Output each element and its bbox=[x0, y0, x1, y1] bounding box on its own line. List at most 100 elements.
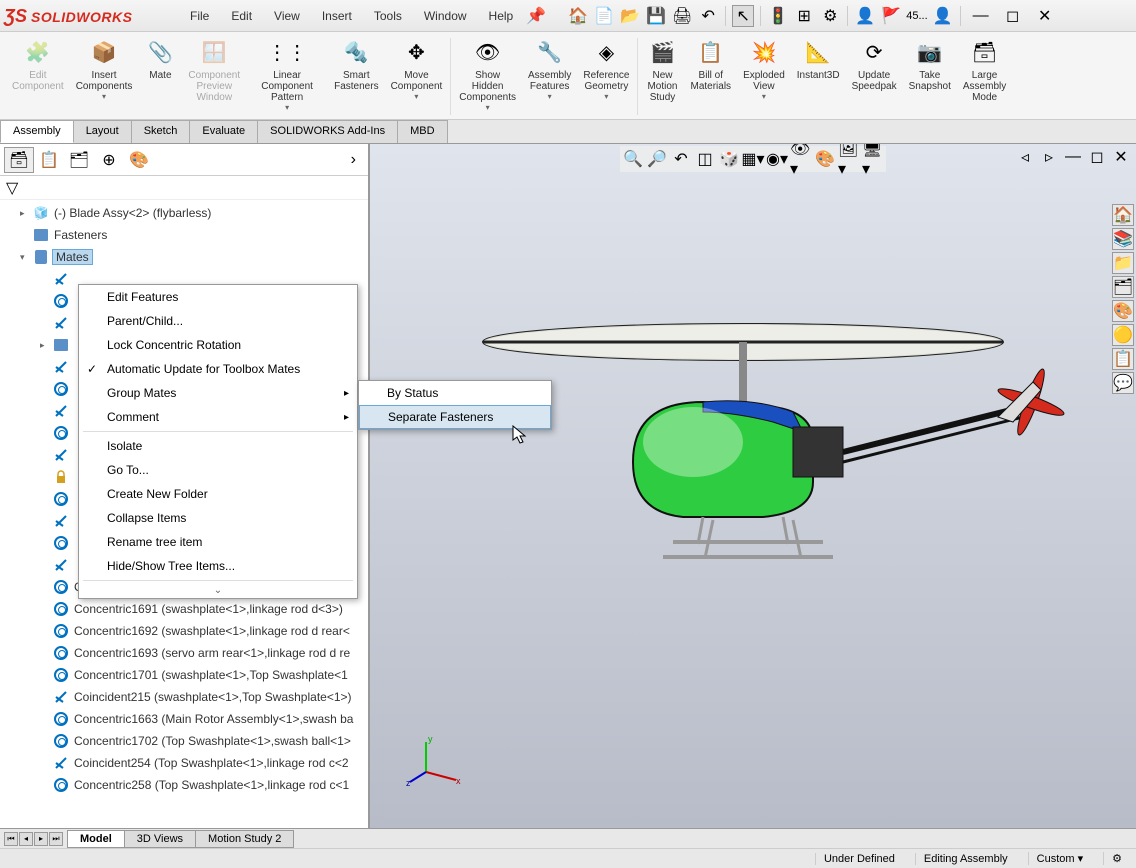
cm-edit-features[interactable]: Edit Features bbox=[79, 285, 357, 309]
graphics-viewport[interactable]: 🔍 🔎 ↶ ◫ 🎲 ▦▾ ◉▾ 👁▾ 🎨 🖼▾ 🖥▾ ◃ ▹ — ◻ ✕ bbox=[370, 144, 1136, 828]
cm-group-mates[interactable]: Group Mates bbox=[79, 381, 357, 405]
ribbon-move-component[interactable]: ✥MoveComponent▾ bbox=[385, 34, 449, 119]
tab-sketch[interactable]: Sketch bbox=[131, 120, 191, 143]
apply-scene-icon[interactable]: 🎨 bbox=[814, 148, 836, 170]
new-icon[interactable]: 📄 bbox=[593, 5, 615, 27]
viewport-minimize-icon[interactable]: — bbox=[1062, 146, 1084, 168]
status-gear-icon[interactable]: ⚙ bbox=[1103, 852, 1130, 865]
menu-view[interactable]: View bbox=[264, 5, 310, 27]
tree-item-mates[interactable]: ▾ Mates bbox=[0, 246, 368, 268]
rail-home-icon[interactable]: 🏠 bbox=[1112, 204, 1134, 226]
maximize-button[interactable]: ◻ bbox=[999, 5, 1027, 27]
ribbon-smart-fasteners[interactable]: 🔩SmartFasteners bbox=[328, 34, 384, 119]
cm-auto-update-toolbox[interactable]: Automatic Update for Toolbox Mates bbox=[79, 357, 357, 381]
tab-layout[interactable]: Layout bbox=[73, 120, 132, 143]
settings-icon[interactable]: ⚙ bbox=[819, 5, 841, 27]
previous-view-icon[interactable]: ↶ bbox=[670, 148, 692, 170]
ribbon-linear-pattern[interactable]: ⋮⋮Linear ComponentPattern▾ bbox=[246, 34, 328, 119]
rail-file-explorer-icon[interactable]: 🗂 bbox=[1112, 276, 1134, 298]
menu-tools[interactable]: Tools bbox=[364, 5, 412, 27]
filter-icon[interactable]: ▽ bbox=[6, 178, 22, 194]
rebuild-icon[interactable]: 🚦 bbox=[767, 5, 789, 27]
submenu-by-status[interactable]: By Status bbox=[359, 381, 551, 405]
featuretree-tab-icon[interactable]: 🗃 bbox=[4, 147, 34, 173]
propertymanager-tab-icon[interactable]: 📋 bbox=[34, 147, 64, 173]
ribbon-mate[interactable]: 📎Mate bbox=[138, 34, 182, 119]
displaymanager-tab-icon[interactable]: 🎨 bbox=[124, 147, 154, 173]
menu-file[interactable]: File bbox=[180, 5, 219, 27]
ribbon-bom[interactable]: 📋Bill ofMaterials bbox=[684, 34, 737, 119]
ribbon-exploded-view[interactable]: 💥ExplodedView▾ bbox=[737, 34, 791, 119]
view-settings-icon[interactable]: 🖼▾ bbox=[838, 148, 860, 170]
user-icon[interactable]: 👤 bbox=[854, 5, 876, 27]
bt-3dviews[interactable]: 3D Views bbox=[124, 830, 196, 848]
help-icon[interactable]: 👤 bbox=[932, 5, 954, 27]
rail-appearances-icon[interactable]: 🟡 bbox=[1112, 324, 1134, 346]
tab-evaluate[interactable]: Evaluate bbox=[189, 120, 258, 143]
display-style-icon[interactable]: ▦▾ bbox=[742, 148, 764, 170]
configmanager-tab-icon[interactable]: 🗂 bbox=[64, 147, 94, 173]
zoom-area-icon[interactable]: 🔎 bbox=[646, 148, 668, 170]
pin-icon[interactable]: 📌 bbox=[525, 5, 547, 27]
bt-prev-icon[interactable]: ◂ bbox=[19, 832, 33, 846]
cm-comment[interactable]: Comment bbox=[79, 405, 357, 429]
ribbon-take-snapshot[interactable]: 📷TakeSnapshot bbox=[903, 34, 957, 119]
section-view-icon[interactable]: ◫ bbox=[694, 148, 716, 170]
bt-last-icon[interactable]: ⏭ bbox=[49, 832, 63, 846]
cm-create-new-folder[interactable]: Create New Folder bbox=[79, 482, 357, 506]
ribbon-reference-geometry[interactable]: ◈ReferenceGeometry▾ bbox=[577, 34, 635, 119]
edit-appearance-icon[interactable]: 👁▾ bbox=[790, 148, 812, 170]
cm-lock-concentric[interactable]: Lock Concentric Rotation bbox=[79, 333, 357, 357]
render-icon[interactable]: 🖥▾ bbox=[862, 148, 884, 170]
tab-addins[interactable]: SOLIDWORKS Add-Ins bbox=[257, 120, 398, 143]
tree-mate-item[interactable]: Coincident254 (Top Swashplate<1>,linkage… bbox=[0, 752, 368, 774]
tree-mate-item[interactable]: Concentric1663 (Main Rotor Assembly<1>,s… bbox=[0, 708, 368, 730]
bt-model[interactable]: Model bbox=[67, 830, 125, 848]
tree-mate-item[interactable]: Coincident215 (swashplate<1>,Top Swashpl… bbox=[0, 686, 368, 708]
rail-custom-properties-icon[interactable]: 📋 bbox=[1112, 348, 1134, 370]
submenu-separate-fasteners[interactable]: Separate Fasteners bbox=[359, 405, 551, 429]
tree-item-fasteners[interactable]: Fasteners bbox=[0, 224, 368, 246]
select-icon[interactable]: ↖ bbox=[732, 5, 754, 27]
tree-mate-item[interactable]: Concentric258 (Top Swashplate<1>,linkage… bbox=[0, 774, 368, 796]
zoom-fit-icon[interactable]: 🔍 bbox=[622, 148, 644, 170]
cm-parent-child[interactable]: Parent/Child... bbox=[79, 309, 357, 333]
rail-design-library-icon[interactable]: 📁 bbox=[1112, 252, 1134, 274]
panel-expand-icon[interactable]: › bbox=[343, 147, 364, 173]
rail-resources-icon[interactable]: 📚 bbox=[1112, 228, 1134, 250]
cm-rename-tree-item[interactable]: Rename tree item bbox=[79, 530, 357, 554]
viewport-prev-icon[interactable]: ◃ bbox=[1014, 146, 1036, 168]
tree-mate-item[interactable]: Concentric1693 (servo arm rear<1>,linkag… bbox=[0, 642, 368, 664]
ribbon-assembly-features[interactable]: 🔧AssemblyFeatures▾ bbox=[522, 34, 577, 119]
ribbon-show-hidden[interactable]: 👁ShowHiddenComponents▾ bbox=[453, 34, 522, 119]
tree-mate-item[interactable]: Concentric1702 (Top Swashplate<1>,swash … bbox=[0, 730, 368, 752]
bt-motion-study[interactable]: Motion Study 2 bbox=[195, 830, 294, 848]
viewport-restore-icon[interactable]: ◻ bbox=[1086, 146, 1108, 168]
cm-expand-more[interactable]: ⌄ bbox=[79, 583, 357, 598]
close-button[interactable]: ✕ bbox=[1031, 5, 1059, 27]
menu-window[interactable]: Window bbox=[414, 5, 477, 27]
flag-icon[interactable]: 🚩 bbox=[880, 5, 902, 27]
tab-mbd[interactable]: MBD bbox=[397, 120, 447, 143]
menu-help[interactable]: Help bbox=[479, 5, 524, 27]
undo-icon[interactable]: ↶ bbox=[697, 5, 719, 27]
menu-insert[interactable]: Insert bbox=[312, 5, 362, 27]
menu-edit[interactable]: Edit bbox=[221, 5, 262, 27]
viewport-next-icon[interactable]: ▹ bbox=[1038, 146, 1060, 168]
tree-mate-item[interactable]: Concentric1692 (swashplate<1>,linkage ro… bbox=[0, 620, 368, 642]
bt-next-icon[interactable]: ▸ bbox=[34, 832, 48, 846]
bt-first-icon[interactable]: ⏮ bbox=[4, 832, 18, 846]
hide-show-icon[interactable]: ◉▾ bbox=[766, 148, 788, 170]
orientation-triad[interactable]: y x z bbox=[406, 732, 466, 792]
view-orientation-icon[interactable]: 🎲 bbox=[718, 148, 740, 170]
ribbon-insert-components[interactable]: 📦InsertComponents▾ bbox=[70, 34, 139, 119]
tree-mate-item[interactable]: Concentric1701 (swashplate<1>,Top Swashp… bbox=[0, 664, 368, 686]
tree-item-blade-assy[interactable]: ▸🧊 (-) Blade Assy<2> (flybarless) bbox=[0, 202, 368, 224]
print-icon[interactable]: 🖨 bbox=[671, 5, 693, 27]
ribbon-new-motion-study[interactable]: 🎬NewMotionStudy bbox=[640, 34, 684, 119]
cm-isolate[interactable]: Isolate bbox=[79, 434, 357, 458]
tree-filter[interactable]: ▽ bbox=[0, 176, 368, 200]
cm-hide-show-tree-items[interactable]: Hide/Show Tree Items... bbox=[79, 554, 357, 578]
open-icon[interactable]: 📂 bbox=[619, 5, 641, 27]
ribbon-instant3d[interactable]: 📐Instant3D bbox=[791, 34, 846, 119]
